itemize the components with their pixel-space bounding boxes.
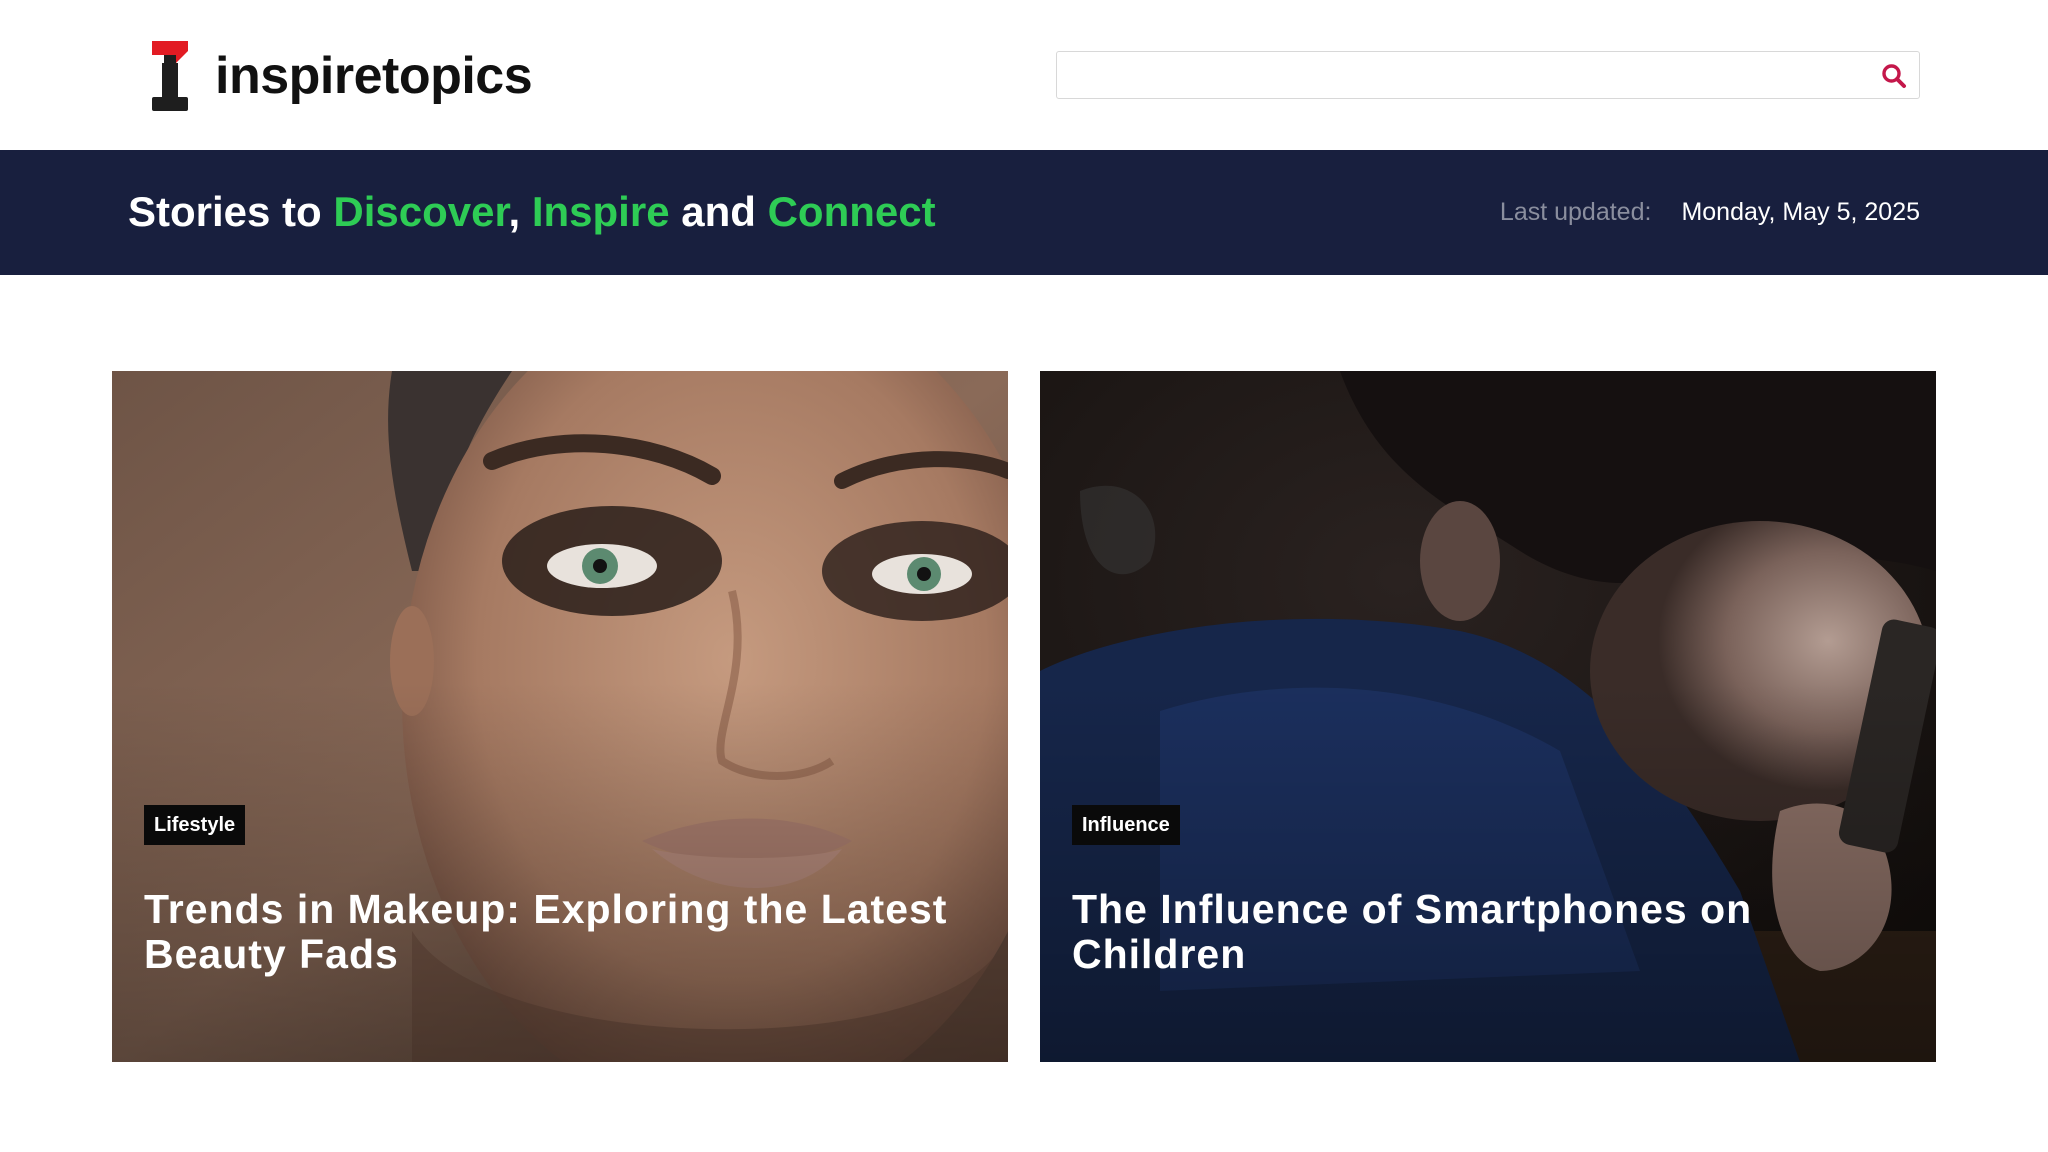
- last-updated-label: Last updated:: [1499, 198, 1652, 226]
- last-updated: Last updated: Monday, May 5, 2025: [1500, 196, 1920, 228]
- site-header: inspiretopics: [0, 0, 2048, 150]
- tagline-accent-connect: Connect: [767, 188, 936, 235]
- last-updated-date: Monday, May 5, 2025: [1681, 198, 1920, 226]
- site-name: inspiretopics: [215, 47, 533, 105]
- category-badge[interactable]: Influence: [1072, 805, 1180, 845]
- tagline-banner: Stories to Discover, Inspire and Connect…: [0, 150, 2048, 275]
- search-input[interactable]: [1057, 52, 1857, 98]
- site-tagline: Stories to Discover, Inspire and Connect: [128, 186, 936, 238]
- logo-icon: [150, 41, 190, 111]
- tagline-accent-discover: Discover: [333, 188, 509, 235]
- tagline-part: Stories to: [128, 188, 334, 235]
- tagline-accent-inspire: Inspire: [531, 188, 670, 235]
- category-badge[interactable]: Lifestyle: [144, 805, 246, 845]
- article-title[interactable]: The Influence of Smartphones on Children: [1072, 887, 1912, 977]
- tagline-separator: ,: [508, 188, 532, 235]
- article-title[interactable]: Trends in Makeup: Exploring the Latest B…: [144, 887, 984, 977]
- search-button[interactable]: [1877, 59, 1911, 93]
- site-logo[interactable]: inspiretopics: [150, 38, 533, 114]
- search-icon: [1882, 64, 1906, 88]
- tagline-separator: and: [669, 188, 768, 235]
- article-card-makeup[interactable]: Lifestyle Trends in Makeup: Exploring th…: [112, 371, 1008, 1062]
- search-box: [1056, 51, 1920, 99]
- article-card-smartphones[interactable]: Influence The Influence of Smartphones o…: [1040, 371, 1936, 1062]
